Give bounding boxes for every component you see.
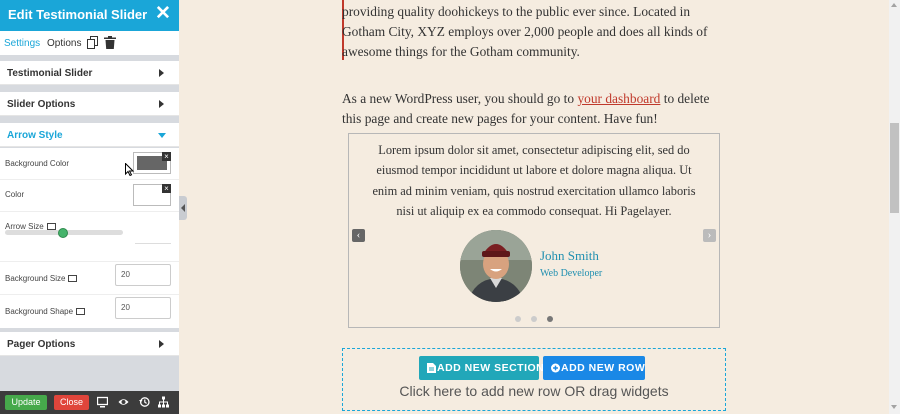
close-icon[interactable]: ✕ bbox=[155, 3, 171, 25]
section-label: Slider Options bbox=[7, 99, 76, 110]
next-arrow-button[interactable]: › bbox=[703, 229, 716, 242]
avatar-photo bbox=[460, 230, 532, 302]
background-color-swatch[interactable]: × bbox=[133, 152, 171, 174]
field-background-shape: Background Shape 20 bbox=[0, 295, 179, 328]
section-label: Testimonial Slider bbox=[7, 68, 93, 79]
testimonial-line: nisi ut aliquip ex ea commodo consequat.… bbox=[396, 204, 672, 219]
clear-color-icon[interactable]: × bbox=[162, 152, 171, 161]
history-icon[interactable] bbox=[139, 396, 150, 408]
update-button[interactable]: Update bbox=[5, 395, 47, 410]
section-label: Pager Options bbox=[7, 339, 76, 350]
collapse-panel-handle[interactable] bbox=[179, 196, 187, 220]
section-slider-options[interactable]: Slider Options bbox=[0, 92, 179, 116]
background-shape-input[interactable]: 20 bbox=[115, 297, 171, 319]
person-name: John Smith bbox=[540, 248, 599, 263]
editor-panel: Edit Testimonial Slider ✕ Settings Optio… bbox=[0, 0, 179, 414]
background-size-input[interactable]: 20 bbox=[115, 264, 171, 286]
note-text: to delete bbox=[660, 91, 710, 106]
panel-tabs: Settings Options bbox=[0, 31, 179, 55]
chevron-down-icon bbox=[158, 133, 166, 138]
intro-line: awesome things for the Gotham community. bbox=[342, 44, 580, 59]
sitemap-icon[interactable] bbox=[158, 396, 169, 408]
pager-dot[interactable] bbox=[515, 316, 521, 322]
plus-circle-icon bbox=[551, 363, 560, 373]
chevron-right-icon bbox=[159, 100, 164, 108]
add-row-button[interactable]: ADD NEW ROW bbox=[543, 356, 645, 380]
chevron-right-icon bbox=[159, 340, 164, 348]
page-scrollbar[interactable] bbox=[889, 0, 900, 414]
testimonial-line: enim ad minim veniam, quis nostrud exerc… bbox=[372, 183, 696, 198]
pager-dot[interactable] bbox=[547, 316, 553, 322]
monitor-icon[interactable] bbox=[68, 275, 78, 282]
page-canvas: providing quality doohickeys to the publ… bbox=[187, 0, 889, 414]
section-arrow-style[interactable]: Arrow Style bbox=[0, 123, 179, 147]
field-label: Background Shape bbox=[5, 307, 74, 316]
prev-arrow-button[interactable]: ‹ bbox=[352, 229, 365, 242]
dashboard-link[interactable]: your dashboard bbox=[577, 91, 660, 106]
chevron-right-icon bbox=[159, 69, 164, 77]
button-label: ADD NEW ROW bbox=[561, 362, 646, 374]
intro-line: Gotham City, XYZ employs over 2,000 peop… bbox=[342, 24, 708, 39]
testimonial-line: Lorem ipsum dolor sit amet, consectetur … bbox=[378, 143, 690, 157]
field-label-wrap: Background Size bbox=[5, 274, 78, 283]
eye-icon[interactable] bbox=[118, 396, 129, 408]
clear-color-icon[interactable]: × bbox=[162, 184, 171, 193]
color-swatch[interactable]: × bbox=[133, 184, 171, 206]
testimonial-line: eiusmod tempor incididunt ut labore et d… bbox=[376, 163, 692, 178]
field-background-size: Background Size 20 bbox=[0, 262, 179, 295]
note-line: this page and create new pages for your … bbox=[342, 111, 658, 126]
tab-settings[interactable]: Settings bbox=[4, 38, 40, 49]
person-role: Web Developer bbox=[540, 268, 603, 279]
monitor-icon[interactable] bbox=[46, 223, 56, 230]
arrow-style-fields: Background Color × Color × Arrow Size Ba… bbox=[0, 148, 179, 328]
testimonial-text: Lorem ipsum dolor sit amet, consectetur … bbox=[349, 140, 719, 222]
add-row-area[interactable]: ADD NEW SECTION ADD NEW ROW Click here t… bbox=[342, 348, 726, 411]
close-button[interactable]: Close bbox=[54, 395, 89, 410]
section-testimonial-slider[interactable]: Testimonial Slider bbox=[0, 61, 179, 85]
field-label: Background Size bbox=[5, 274, 66, 283]
scroll-down-arrow-icon[interactable] bbox=[891, 405, 897, 409]
copy-icon[interactable] bbox=[87, 36, 99, 49]
section-label: Arrow Style bbox=[7, 130, 63, 141]
mouse-cursor-icon bbox=[125, 163, 135, 176]
add-section-button[interactable]: ADD NEW SECTION bbox=[419, 356, 544, 380]
avatar bbox=[460, 230, 532, 302]
note-line: As a new WordPress user, you should go t… bbox=[342, 89, 709, 110]
tab-options[interactable]: Options bbox=[47, 38, 81, 49]
intro-line: providing quality doohickeys to the publ… bbox=[342, 4, 691, 19]
scroll-up-arrow-icon[interactable] bbox=[891, 3, 897, 7]
panel-body[interactable]: Testimonial Slider Slider Options Arrow … bbox=[0, 55, 179, 360]
testimonial-slider[interactable]: Lorem ipsum dolor sit amet, consectetur … bbox=[348, 133, 720, 328]
field-arrow-size: Arrow Size bbox=[0, 212, 179, 262]
add-row-hint: Click here to add new row OR drag widget… bbox=[399, 383, 669, 399]
panel-header: Edit Testimonial Slider ✕ bbox=[0, 0, 179, 31]
field-label: Background Color bbox=[5, 159, 70, 168]
pager-dot[interactable] bbox=[531, 316, 537, 322]
panel-footer: Update Close bbox=[0, 391, 179, 414]
trash-icon[interactable] bbox=[104, 36, 116, 49]
button-label: ADD NEW SECTION bbox=[437, 362, 545, 374]
field-background-color: Background Color × bbox=[0, 148, 179, 180]
panel-title: Edit Testimonial Slider bbox=[8, 7, 148, 22]
arrow-size-slider-handle[interactable] bbox=[58, 228, 68, 238]
scrollbar-thumb[interactable] bbox=[890, 123, 899, 213]
file-icon bbox=[427, 363, 436, 373]
section-pager-options[interactable]: Pager Options bbox=[0, 332, 179, 356]
note-text: As a new WordPress user, you should go t… bbox=[342, 91, 578, 106]
field-color: Color × bbox=[0, 180, 179, 212]
monitor-icon[interactable] bbox=[76, 308, 86, 315]
field-label-wrap: Background Shape bbox=[5, 307, 86, 316]
field-label: Color bbox=[5, 190, 25, 199]
monitor-icon[interactable] bbox=[97, 396, 108, 408]
slider-value-input[interactable] bbox=[135, 243, 171, 244]
